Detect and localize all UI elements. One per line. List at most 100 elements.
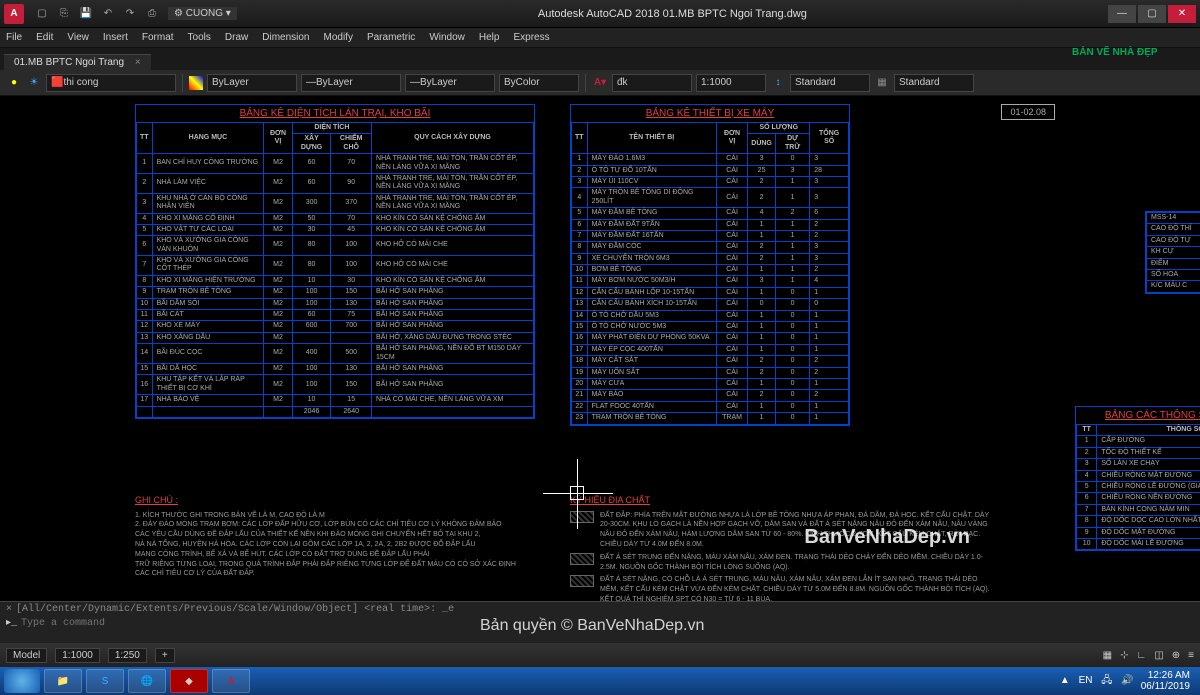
status-icon[interactable]: ⊕ xyxy=(1172,650,1180,661)
tab-label: 01.MB BPTC Ngoi Trang xyxy=(14,57,124,68)
tray-flag-icon[interactable]: ▲ xyxy=(1060,675,1070,686)
layer-state-icon[interactable]: ● xyxy=(6,75,22,91)
prompt-icon: ▸_ xyxy=(6,617,17,629)
new-icon[interactable]: ▢ xyxy=(34,6,50,22)
taskbar-chrome-icon[interactable]: 🌐 xyxy=(128,669,166,693)
sheet-number: 01-02.08 xyxy=(1001,104,1055,120)
layer-freeze-icon[interactable]: ☀ xyxy=(26,75,42,91)
linetype-dropdown[interactable]: — ByLayer xyxy=(301,74,401,92)
scale-dropdown[interactable]: 1:1000 xyxy=(696,74,766,92)
status-icon[interactable]: ⊹ xyxy=(1120,650,1128,661)
status-icon[interactable]: ∟ xyxy=(1137,650,1147,661)
color-swatch-icon[interactable] xyxy=(189,76,203,90)
status-icon[interactable]: ≡ xyxy=(1188,650,1194,661)
taskbar-app-icon[interactable]: ◆ xyxy=(170,669,208,693)
table-row: ĐIỂM xyxy=(1147,258,1200,269)
statusbar: Model 1:1000 1:250 + ▦ ⊹ ∟ ◫ ⊕ ≡ xyxy=(0,643,1200,667)
menu-parametric[interactable]: Parametric xyxy=(367,32,415,43)
menu-file[interactable]: File xyxy=(6,32,22,43)
drawing-area[interactable]: 01-02.08 BẢNG KÊ DIỆN TÍCH LÁN TRẠI, KHO… xyxy=(0,96,1200,601)
dimstyle-dropdown[interactable]: Standard xyxy=(790,74,870,92)
plot-color-dropdown[interactable]: ByColor xyxy=(499,74,579,92)
menu-draw[interactable]: Draw xyxy=(225,32,248,43)
cmd-close-icon[interactable]: × xyxy=(6,604,12,615)
menu-tools[interactable]: Tools xyxy=(188,32,211,43)
table-row: 8KHO XI MĂNG HIỆN TRƯỜNGM21030KHO KÍN CÓ… xyxy=(137,275,534,286)
table-row: 4CHIỀU RỘNG MẶT ĐƯỜNG xyxy=(1077,470,1200,481)
table-row: CAO ĐỘ TỰ xyxy=(1147,235,1200,246)
menu-format[interactable]: Format xyxy=(142,32,174,43)
workspace-label[interactable]: ⚙ CUONG ▾ xyxy=(168,7,237,20)
table-row: 19MÁY UỐN SẮTCÁI202 xyxy=(572,367,849,378)
table-partial-right: MSS-14CAO ĐỘ THỈCAO ĐỘ TỰKH CỰĐIỂMSỐ HOA… xyxy=(1145,211,1200,294)
window-buttons: — ▢ ✕ xyxy=(1108,5,1196,23)
layer-color-dropdown[interactable]: ByLayer xyxy=(207,74,297,92)
table-row: 10ĐỘ DỐC MÁI LỀ ĐƯỜNG xyxy=(1077,538,1200,549)
table-row: K/C MÁU C xyxy=(1147,281,1200,292)
tray-lang[interactable]: EN xyxy=(1079,675,1093,686)
table-row: 15BÃI DÃ HỌCM2100130BÃI HỞ SAN PHẲNG xyxy=(137,363,534,374)
table-row: 2Ô TÔ TỰ ĐỔ 10TẤNCÁI25328 xyxy=(572,165,849,176)
copyright-watermark: Bản quyền © BanVeNhaDep.vn xyxy=(480,617,704,635)
table-row: CAO ĐỘ THỈ xyxy=(1147,224,1200,235)
open-icon[interactable]: ⎘ xyxy=(56,6,72,22)
taskbar-explorer-icon[interactable]: 📁 xyxy=(44,669,82,693)
tray-sound-icon[interactable]: 🔊 xyxy=(1121,675,1133,686)
table-row: 4KHO XI MĂNG CỐ ĐỊNHM25070KHO KÍN CÓ SÀN… xyxy=(137,213,534,224)
system-tray[interactable]: ▲ EN 🖧 🔊 xyxy=(1057,673,1137,690)
taskbar-autocad-icon[interactable]: A xyxy=(212,669,250,693)
table-row: 7MÁY ĐẦM ĐẤT 16TẤNCÁI112 xyxy=(572,230,849,241)
status-icon[interactable]: ▦ xyxy=(1103,650,1112,661)
table-row: 1BAN CHỈ HUY CÔNG TRƯỜNGM26070NHÀ TRANH … xyxy=(137,154,534,174)
close-button[interactable]: ✕ xyxy=(1168,5,1196,23)
start-button[interactable] xyxy=(4,669,40,693)
dim-icon[interactable]: ↕ xyxy=(770,75,786,91)
watermark: BanVeNhaDep.vn xyxy=(804,526,970,549)
menu-insert[interactable]: Insert xyxy=(103,32,128,43)
save-icon[interactable]: 💾 xyxy=(78,6,94,22)
table-row: 16MÁY PHÁT ĐIỆN DỰ PHÒNG 50KVACÁI101 xyxy=(572,333,849,344)
status-icon[interactable]: ◫ xyxy=(1154,650,1163,661)
textstyle-dropdown[interactable]: Standard xyxy=(894,74,974,92)
model-tab[interactable]: Model xyxy=(6,648,47,663)
menu-view[interactable]: View xyxy=(67,32,89,43)
table-row: 5KHO VẬT TƯ CÁC LOẠIM23045KHO KÍN CÓ SÀN… xyxy=(137,224,534,235)
tab-close-icon[interactable]: × xyxy=(135,57,141,68)
menu-window[interactable]: Window xyxy=(429,32,465,43)
table-row: 12CẨN CẨU BÁNH LỐP 10-15TẤNCÁI101 xyxy=(572,287,849,298)
menu-dimension[interactable]: Dimension xyxy=(262,32,309,43)
taskbar-clock[interactable]: 12:26 AM 06/11/2019 xyxy=(1141,670,1196,692)
properties-toolbar: ● ☀ 🟥 thi cong ByLayer — ByLayer — ByLay… xyxy=(0,70,1200,96)
document-tab[interactable]: 01.MB BPTC Ngoi Trang × xyxy=(4,54,151,70)
menu-help[interactable]: Help xyxy=(479,32,500,43)
table-row: 15Ô TÔ CHỞ NƯỚC 5M3CÁI101 xyxy=(572,322,849,333)
menu-express[interactable]: Express xyxy=(513,32,549,43)
redo-icon[interactable]: ↷ xyxy=(122,6,138,22)
layer-dropdown[interactable]: 🟥 thi cong xyxy=(46,74,176,92)
table-row: 7KHO VÀ XƯỞNG GIA CÔNG CỐT THÉPM280100KH… xyxy=(137,256,534,276)
table-row: 3SỐ LÀN XE CHẠY xyxy=(1077,459,1200,470)
layout-tab-2[interactable]: 1:250 xyxy=(108,648,147,663)
print-icon[interactable]: ⎙ xyxy=(144,6,160,22)
tray-net-icon[interactable]: 🖧 xyxy=(1101,675,1112,686)
table-row: 18MÁY CẮT SẮTCÁI202 xyxy=(572,356,849,367)
taskbar-skype-icon[interactable]: S xyxy=(86,669,124,693)
maximize-button[interactable]: ▢ xyxy=(1138,5,1166,23)
table-row: 3KHU NHÀ Ở CÁN BỘ CÔNG NHÂN VIÊNM2300370… xyxy=(137,193,534,213)
table-icon[interactable]: ▦ xyxy=(874,75,890,91)
annotation-icon[interactable]: A▾ xyxy=(592,75,608,91)
table-row: KH CỰ xyxy=(1147,247,1200,258)
menu-edit[interactable]: Edit xyxy=(36,32,53,43)
table-row: 13KHO XĂNG DẦUM2BÃI HỞ, XĂNG DẦU ĐỰNG TR… xyxy=(137,332,534,343)
add-layout-button[interactable]: + xyxy=(155,648,175,663)
table-row: 8MÁY ĐẦM CÓCCÁI213 xyxy=(572,242,849,253)
layout-tab-1[interactable]: 1:1000 xyxy=(55,648,100,663)
table-row: 11MÁY BƠM NƯỚC 50M3/HCÁI314 xyxy=(572,276,849,287)
lineweight-dropdown[interactable]: — ByLayer xyxy=(405,74,495,92)
annotation-dropdown[interactable]: đk xyxy=(612,74,692,92)
menu-modify[interactable]: Modify xyxy=(324,32,353,43)
table-row: 6KHO VÀ XƯỞNG GIA CÔNG VÁN KHUÔNM280100K… xyxy=(137,236,534,256)
table-title: BẢNG CÁC THÔNG SỐ KỸ TH xyxy=(1076,407,1200,424)
minimize-button[interactable]: — xyxy=(1108,5,1136,23)
undo-icon[interactable]: ↶ xyxy=(100,6,116,22)
